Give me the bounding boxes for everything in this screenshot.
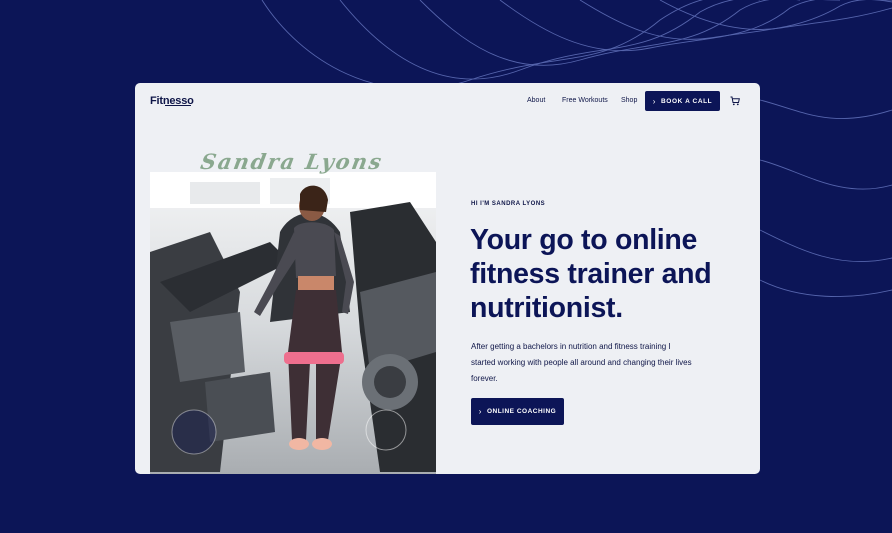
book-a-call-button[interactable]: › BOOK A CALL bbox=[645, 91, 720, 111]
nav-link-shop[interactable]: Shop bbox=[621, 97, 637, 104]
top-navigation: Fitnesso About Free Workouts Shop › BOOK… bbox=[135, 83, 760, 119]
logo-underline bbox=[165, 105, 191, 106]
hero-eyebrow: HI I'M SANDRA LYONS bbox=[471, 201, 546, 207]
cart-icon[interactable] bbox=[730, 96, 740, 106]
signature-sandra-lyons: Sandra Lyons bbox=[198, 149, 386, 174]
chevron-right-icon: › bbox=[652, 96, 656, 106]
hero-headline: Your go to online fitness trainer and nu… bbox=[470, 224, 712, 324]
trainer-photo bbox=[150, 172, 436, 474]
book-a-call-label: BOOK A CALL bbox=[661, 97, 713, 105]
online-coaching-button[interactable]: › ONLINE COACHING bbox=[471, 398, 564, 425]
hero-description: After getting a bachelors in nutrition a… bbox=[471, 342, 692, 383]
nav-link-about[interactable]: About bbox=[527, 97, 545, 104]
online-coaching-label: ONLINE COACHING bbox=[486, 408, 557, 415]
chevron-right-icon: › bbox=[478, 407, 482, 416]
nav-link-free-workouts[interactable]: Free Workouts bbox=[562, 97, 608, 104]
hero-card: Fitnesso About Free Workouts Shop › BOOK… bbox=[135, 83, 760, 474]
gym-scene-illustration bbox=[150, 172, 436, 474]
